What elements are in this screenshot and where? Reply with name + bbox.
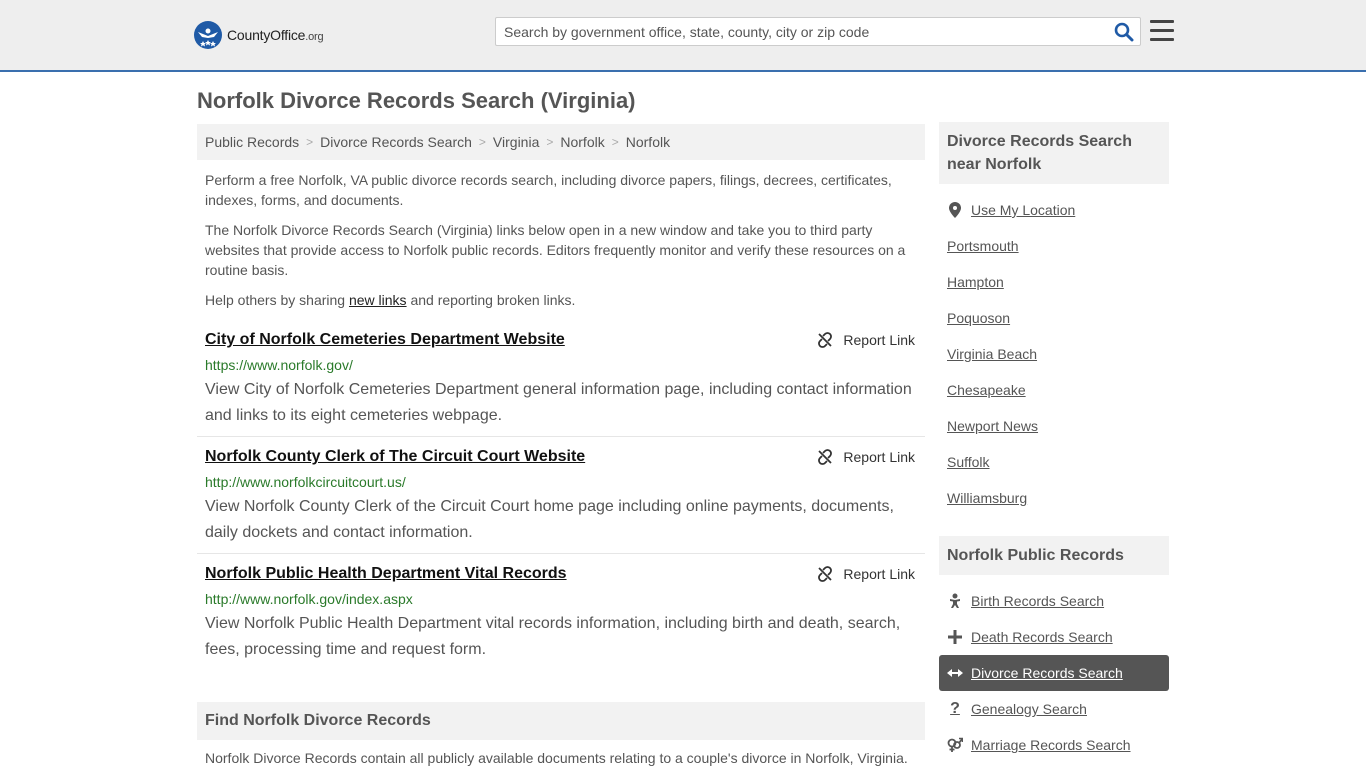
result-description: View City of Norfolk Cemeteries Departme…	[205, 381, 912, 424]
intro-text: and reporting broken links.	[406, 292, 576, 308]
nearby-link-chesapeake[interactable]: Chesapeake	[947, 382, 1026, 398]
marriage-records-label: Marriage Records Search	[971, 737, 1131, 753]
result-description: View Norfolk County Clerk of the Circuit…	[205, 498, 894, 541]
breadcrumb-virginia[interactable]: Virginia	[493, 134, 539, 150]
result-url: http://www.norfolk.gov/index.aspx	[205, 591, 413, 607]
search-icon[interactable]	[1114, 22, 1134, 42]
intro-text: Help others by sharing	[205, 292, 349, 308]
search-bar	[495, 17, 1141, 46]
divorce-records-label: Divorce Records Search	[971, 665, 1123, 681]
public-records-heading: Norfolk Public Records	[939, 536, 1169, 575]
site-logo[interactable]: CountyOffice.org	[194, 20, 324, 50]
genealogy-search-link[interactable]: ? Genealogy Search	[947, 700, 1087, 717]
result-divider	[197, 436, 925, 437]
logo-suffix-text: .org	[305, 31, 324, 43]
page-title: Norfolk Divorce Records Search (Virginia…	[197, 88, 636, 113]
cross-icon	[947, 629, 963, 645]
site-header: CountyOffice.org	[0, 0, 1366, 72]
baby-icon	[947, 593, 963, 609]
genealogy-search-label: Genealogy Search	[971, 701, 1087, 717]
intro-paragraph-2: The Norfolk Divorce Records Search (Virg…	[205, 222, 906, 278]
breadcrumb-separator: >	[478, 135, 486, 149]
use-my-location-link[interactable]: Use My Location	[947, 202, 1075, 218]
breadcrumb-separator: >	[546, 135, 554, 149]
result-url: https://www.norfolk.gov/	[205, 357, 353, 373]
result-description: View Norfolk Public Health Department vi…	[205, 615, 901, 658]
hamburger-menu-icon[interactable]	[1150, 20, 1174, 42]
intro-paragraph-1: Perform a free Norfolk, VA public divorc…	[205, 172, 892, 208]
breadcrumb-norfolk-city[interactable]: Norfolk	[626, 134, 670, 150]
report-link-label: Report Link	[843, 566, 915, 582]
breadcrumb-separator: >	[306, 135, 314, 149]
split-arrows-icon	[947, 665, 963, 681]
nearby-link-hampton[interactable]: Hampton	[947, 274, 1004, 290]
nearby-link-suffolk[interactable]: Suffolk	[947, 454, 990, 470]
report-link-label: Report Link	[843, 332, 915, 348]
report-link-button[interactable]: Report Link	[817, 449, 915, 465]
use-my-location-label: Use My Location	[971, 202, 1076, 218]
logo-main-text: CountyOffice	[227, 27, 306, 43]
result-title-link[interactable]: Norfolk County Clerk of The Circuit Cour…	[205, 448, 585, 466]
result-url: http://www.norfolkcircuitcourt.us/	[205, 474, 406, 490]
breadcrumb-divorce-records[interactable]: Divorce Records Search	[320, 134, 472, 150]
breadcrumb-public-records[interactable]: Public Records	[205, 134, 299, 150]
question-icon: ?	[950, 700, 960, 717]
new-links-link[interactable]: new links	[349, 292, 407, 308]
intro-paragraph-3: Help others by sharing new links and rep…	[205, 290, 917, 310]
find-records-heading: Find Norfolk Divorce Records	[197, 702, 925, 740]
report-link-button[interactable]: Report Link	[817, 332, 915, 348]
logo-text: CountyOffice.org	[227, 27, 324, 43]
result-title-link[interactable]: Norfolk Public Health Department Vital R…	[205, 565, 567, 583]
broken-link-icon	[818, 449, 833, 465]
nearby-heading: Divorce Records Search near Norfolk	[939, 122, 1169, 184]
nearby-link-portsmouth[interactable]: Portsmouth	[947, 238, 1019, 254]
report-link-label: Report Link	[843, 449, 915, 465]
breadcrumb: Public Records > Divorce Records Search …	[197, 124, 925, 160]
breadcrumb-separator: >	[611, 135, 619, 149]
find-records-text: Norfolk Divorce Records contain all publ…	[205, 750, 908, 766]
logo-eagle-icon	[194, 21, 222, 49]
nearby-link-poquoson[interactable]: Poquoson	[947, 310, 1010, 326]
report-link-button[interactable]: Report Link	[817, 566, 915, 582]
search-input[interactable]	[496, 18, 1106, 45]
nearby-link-newport-news[interactable]: Newport News	[947, 418, 1038, 434]
breadcrumb-norfolk-county[interactable]: Norfolk	[560, 134, 604, 150]
death-records-label: Death Records Search	[971, 629, 1113, 645]
nearby-link-virginia-beach[interactable]: Virginia Beach	[947, 346, 1037, 362]
result-divider	[197, 553, 925, 554]
nearby-link-williamsburg[interactable]: Williamsburg	[947, 490, 1027, 506]
broken-link-icon	[818, 566, 833, 582]
death-records-link[interactable]: Death Records Search	[947, 629, 1113, 645]
map-pin-icon	[947, 202, 963, 218]
broken-link-icon	[818, 332, 833, 348]
gender-icon	[947, 737, 963, 753]
result-title-link[interactable]: City of Norfolk Cemeteries Department We…	[205, 331, 565, 349]
birth-records-label: Birth Records Search	[971, 593, 1105, 609]
birth-records-link[interactable]: Birth Records Search	[947, 593, 1104, 609]
divorce-records-link[interactable]: Divorce Records Search	[947, 665, 1123, 681]
marriage-records-link[interactable]: Marriage Records Search	[947, 737, 1131, 753]
